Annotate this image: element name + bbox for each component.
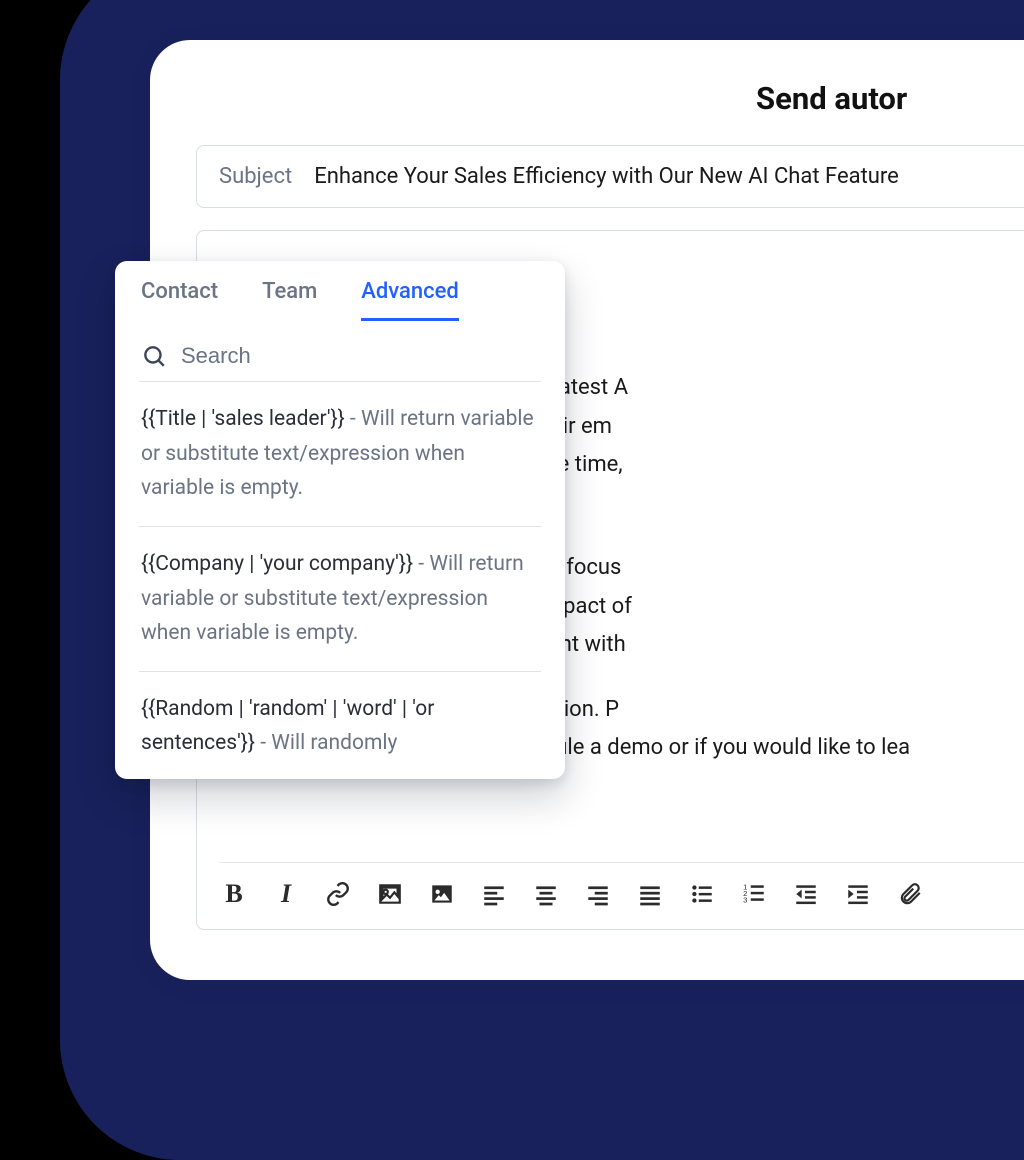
align-left-icon xyxy=(481,881,507,907)
outdent-button[interactable] xyxy=(791,879,821,909)
numbered-list-button[interactable]: 1 2 3 xyxy=(739,879,769,909)
variable-item[interactable]: {{Company | 'your company'}} - Will retu… xyxy=(139,527,541,672)
subject-field-row[interactable]: Subject Enhance Your Sales Efficiency wi… xyxy=(196,145,1024,208)
tab-advanced[interactable]: Advanced xyxy=(361,279,459,321)
image-filled-button[interactable] xyxy=(427,879,457,909)
align-center-icon xyxy=(533,881,559,907)
variable-picker-popover: Contact Team Advanced {{Title | 'sales l… xyxy=(115,261,565,779)
paperclip-icon xyxy=(897,881,923,907)
formatting-toolbar: B I xyxy=(219,862,1024,909)
attachment-button[interactable] xyxy=(895,879,925,909)
align-right-icon xyxy=(585,881,611,907)
align-center-button[interactable] xyxy=(531,879,561,909)
variable-item[interactable]: {{Random | 'random' | 'word' | 'or sente… xyxy=(139,672,541,761)
search-input[interactable] xyxy=(181,343,539,369)
bullet-list-button[interactable] xyxy=(687,879,717,909)
image-icon xyxy=(377,881,403,907)
align-left-button[interactable] xyxy=(479,879,509,909)
bullet-list-icon xyxy=(689,881,715,907)
variable-token: {{Company | 'your company'}} xyxy=(141,552,413,576)
italic-button[interactable]: I xyxy=(271,879,301,909)
variable-item[interactable]: {{Title | 'sales leader'}} - Will return… xyxy=(139,382,541,527)
link-button[interactable] xyxy=(323,879,353,909)
tab-contact[interactable]: Contact xyxy=(141,279,218,321)
link-icon xyxy=(325,881,351,907)
variable-desc: - Will randomly xyxy=(255,731,397,755)
subject-label: Subject xyxy=(219,164,292,189)
tab-team[interactable]: Team xyxy=(262,279,317,321)
popover-tabs: Contact Team Advanced xyxy=(139,261,541,321)
image-filled-icon xyxy=(429,881,455,907)
indent-button[interactable] xyxy=(843,879,873,909)
image-button[interactable] xyxy=(375,879,405,909)
search-icon xyxy=(141,343,167,369)
variable-token: {{Title | 'sales leader'}} xyxy=(141,407,345,431)
popover-search-row[interactable] xyxy=(139,331,541,382)
numbered-list-icon: 1 2 3 xyxy=(741,881,767,907)
outdent-icon xyxy=(793,881,819,907)
indent-icon xyxy=(845,881,871,907)
align-right-button[interactable] xyxy=(583,879,613,909)
align-justify-icon xyxy=(637,881,663,907)
svg-text:3: 3 xyxy=(743,896,747,905)
align-justify-button[interactable] xyxy=(635,879,665,909)
page-title: Send autor xyxy=(756,80,1024,117)
bold-button[interactable]: B xyxy=(219,879,249,909)
subject-value[interactable]: Enhance Your Sales Efficiency with Our N… xyxy=(314,164,899,189)
